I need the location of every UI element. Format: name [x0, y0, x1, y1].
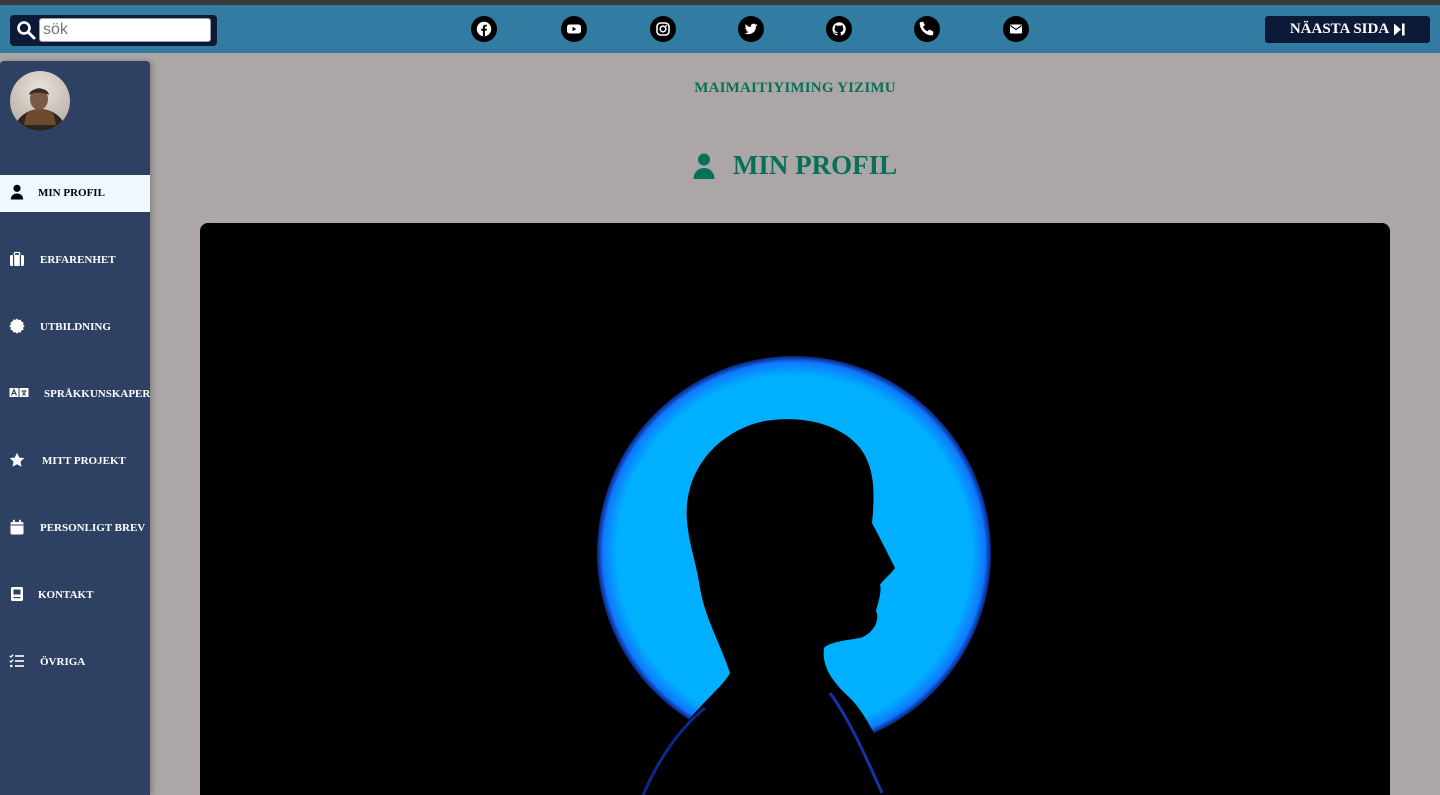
- user-icon: [10, 184, 24, 200]
- search-icon[interactable]: [16, 20, 36, 40]
- address-book-icon: [11, 587, 23, 601]
- top-navigation-bar: NÄASTA SIDA: [0, 5, 1440, 53]
- phone-icon[interactable]: [914, 16, 940, 42]
- user-icon: [693, 153, 715, 179]
- twitter-icon[interactable]: [738, 16, 764, 42]
- sidebar-item-personligt-brev[interactable]: PERSONLIGT BREV: [0, 510, 150, 547]
- sidebar-item-label: PERSONLIGT BREV: [40, 522, 146, 534]
- calendar-icon: [10, 519, 24, 535]
- youtube-icon[interactable]: [561, 16, 587, 42]
- sidebar-item-ovriga[interactable]: ÖVRIGA: [0, 644, 150, 681]
- list-check-icon: [9, 654, 24, 668]
- envelope-icon[interactable]: [1003, 16, 1029, 42]
- sidebar-item-utbildning[interactable]: UTBILDNING: [0, 309, 150, 346]
- sidebar-item-erfarenhet[interactable]: ERFARENHET: [0, 242, 150, 279]
- sidebar-item-label: SPRÅKKUNSKAPER: [44, 388, 151, 400]
- sidebar-item-mitt-projekt[interactable]: MITT PROJEKT: [0, 443, 150, 480]
- search-box: [10, 15, 217, 46]
- instagram-icon[interactable]: [650, 16, 676, 42]
- certificate-icon: [9, 318, 25, 334]
- sidebar-item-label: ERFARENHET: [40, 254, 116, 266]
- sidebar-item-label: ÖVRIGA: [40, 656, 86, 668]
- avatar: [10, 71, 70, 131]
- language-icon: [9, 388, 29, 397]
- sidebar-item-min-profil[interactable]: MIN PROFIL: [0, 175, 150, 212]
- profile-hero-image: [200, 223, 1390, 795]
- next-page-button[interactable]: NÄASTA SIDA: [1265, 16, 1430, 43]
- star-icon: [9, 452, 25, 467]
- sidebar-item-label: MIN PROFIL: [38, 187, 105, 199]
- sidebar: MIN PROFIL ERFARENHET UTBILDNING SPRÅKKU…: [0, 61, 150, 795]
- sidebar-item-sprakkunskaper[interactable]: SPRÅKKUNSKAPER: [0, 376, 150, 413]
- section-title: MIN PROFIL: [150, 150, 1440, 181]
- facebook-icon[interactable]: [471, 16, 497, 42]
- sidebar-item-kontakt[interactable]: KONTAKT: [0, 577, 150, 614]
- sidebar-item-label: KONTAKT: [38, 589, 94, 601]
- sidebar-item-label: MITT PROJEKT: [42, 455, 126, 467]
- next-page-label: NÄASTA SIDA: [1289, 21, 1390, 37]
- step-forward-icon: [1394, 23, 1405, 36]
- profile-name: MAIMAITIYIMING YIZIMU: [694, 80, 896, 96]
- briefcase-icon: [10, 251, 24, 266]
- search-input[interactable]: [39, 18, 211, 42]
- sidebar-item-label: UTBILDNING: [40, 321, 111, 333]
- section-title-text: MIN PROFIL: [732, 150, 898, 180]
- github-icon[interactable]: [826, 16, 852, 42]
